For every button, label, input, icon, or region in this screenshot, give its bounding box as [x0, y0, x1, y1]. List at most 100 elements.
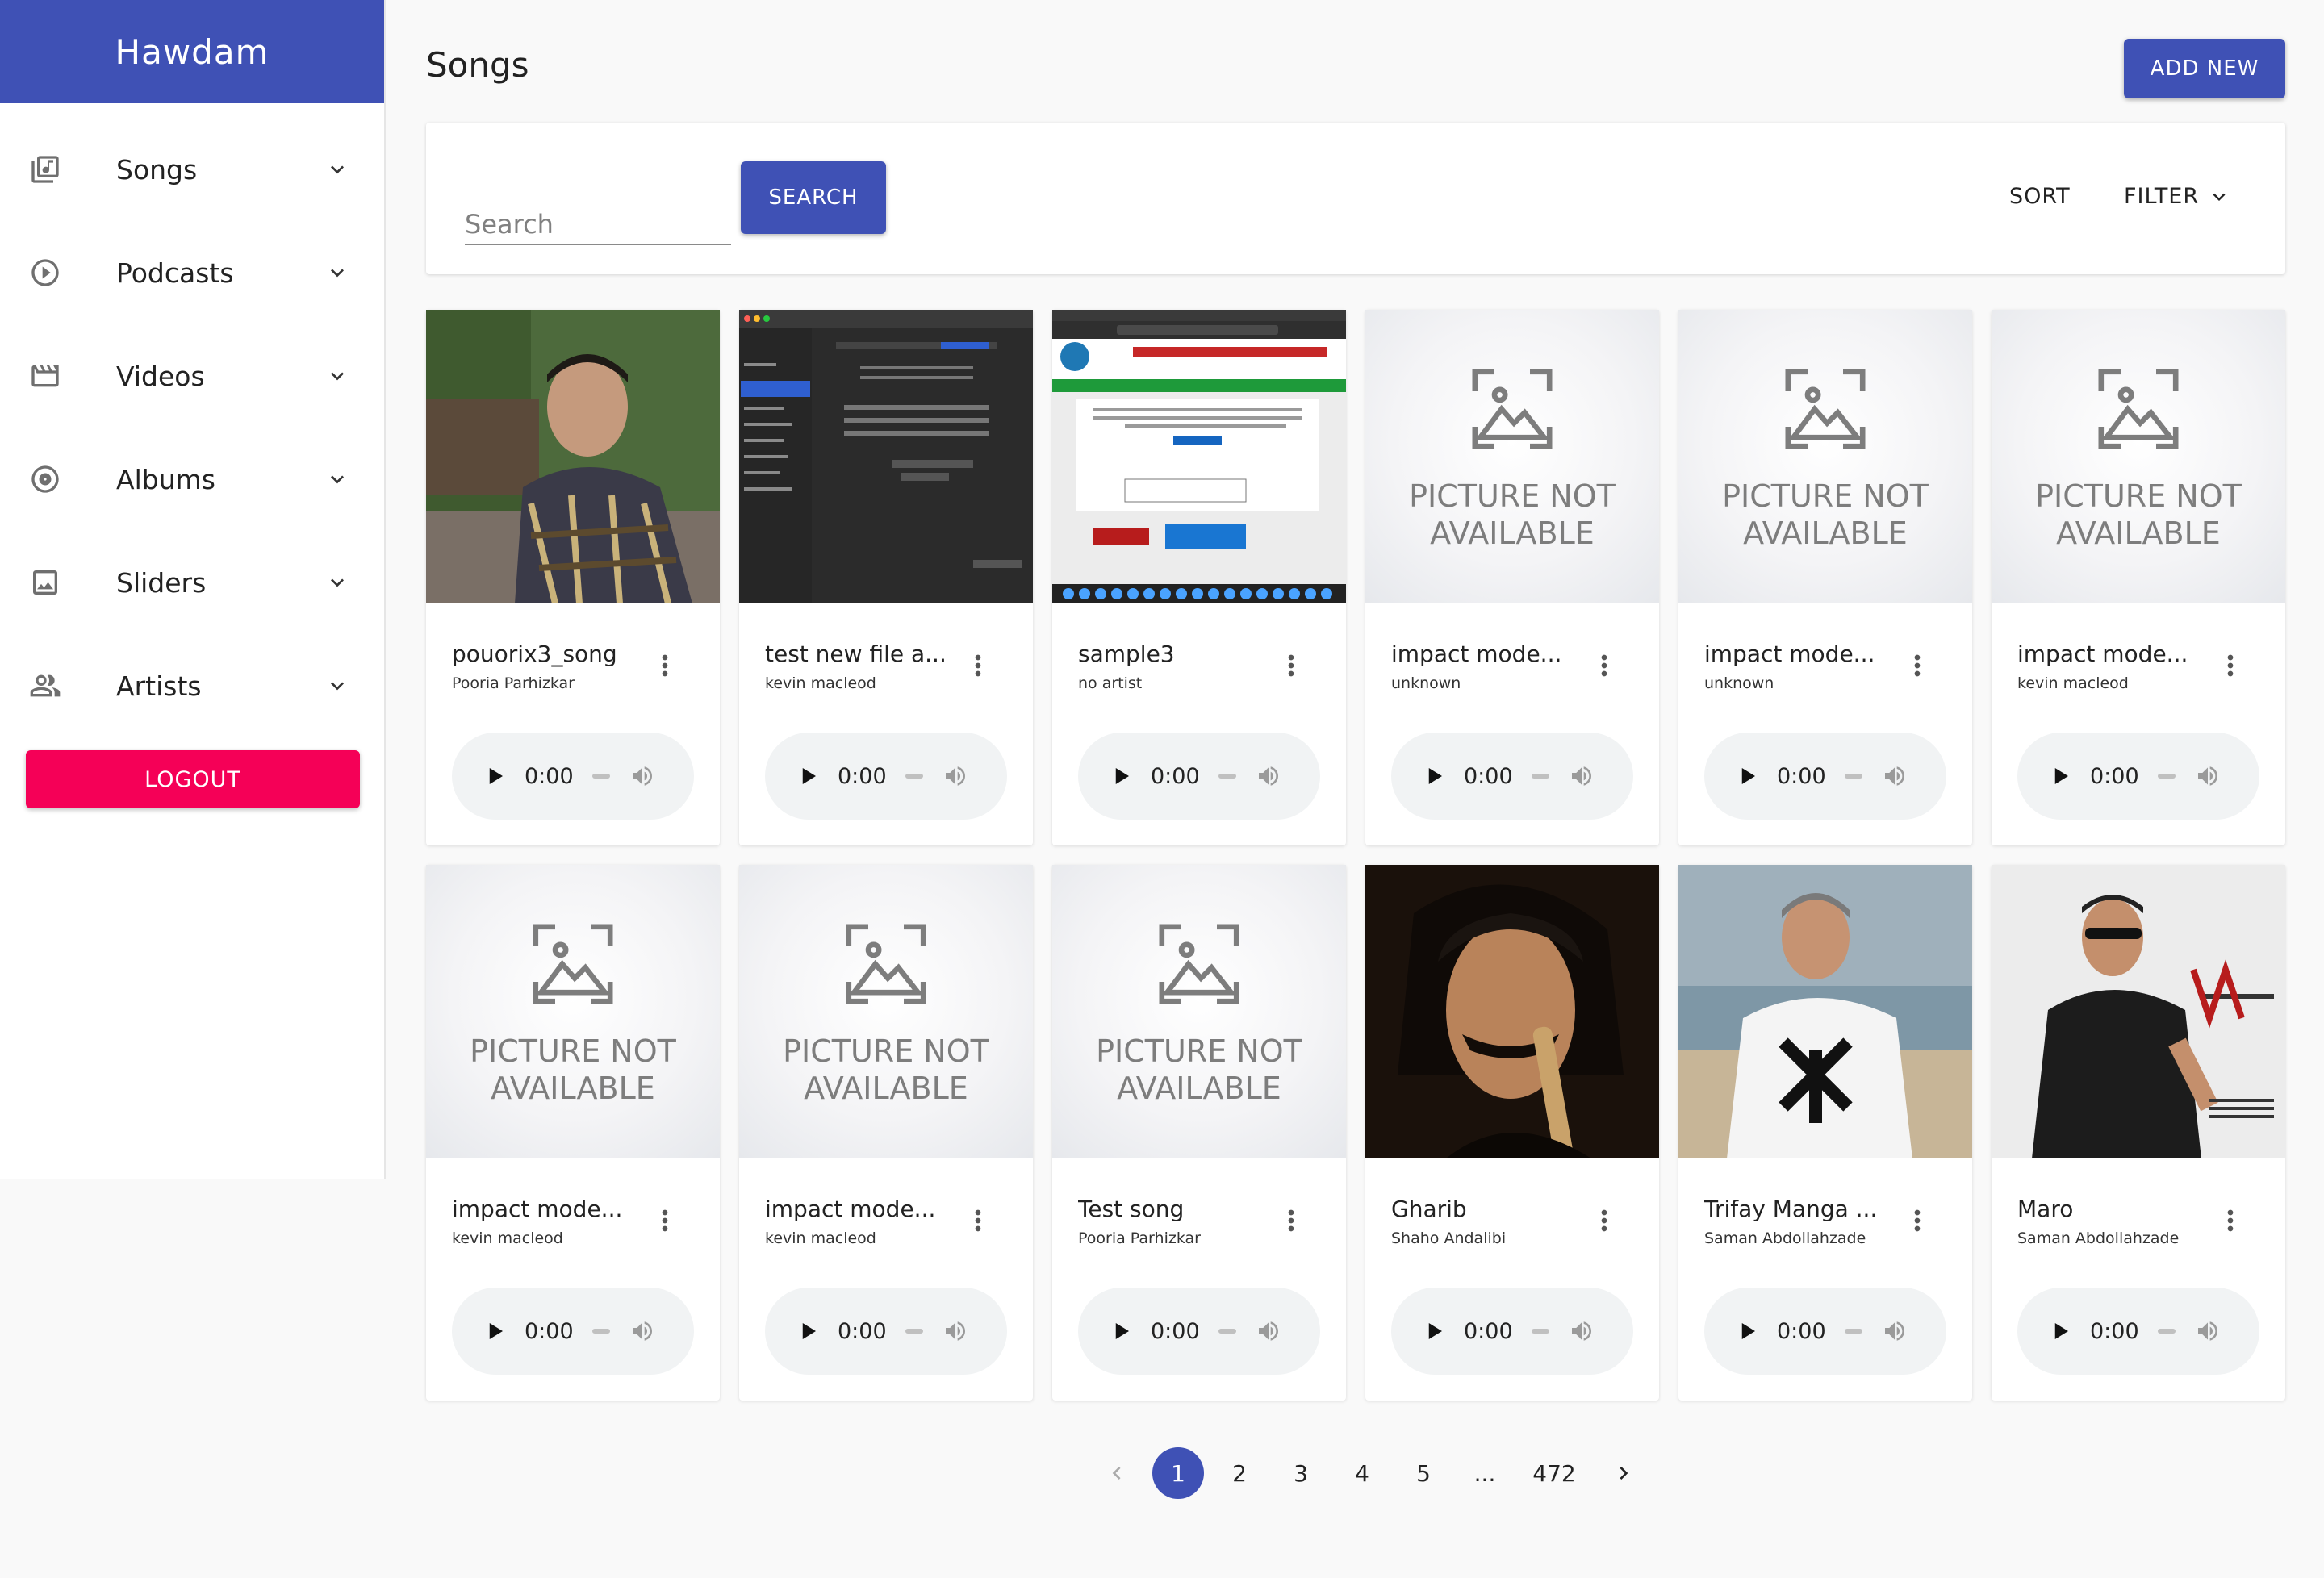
placeholder-line-1: PICTURE NOT	[1096, 1033, 1302, 1069]
page-button-3[interactable]: 3	[1275, 1447, 1327, 1499]
more-vert-icon[interactable]	[2214, 1200, 2247, 1241]
play-icon[interactable]	[1422, 1319, 1446, 1343]
page-button-1[interactable]: 1	[1152, 1447, 1204, 1499]
audio-player: 0:00	[452, 733, 694, 820]
audio-progress-track[interactable]	[1218, 1329, 1236, 1334]
audio-progress-track[interactable]	[1218, 774, 1236, 779]
pagination: 1 2 3 4 5 ... 472	[1091, 1447, 1659, 1499]
song-cover-image[interactable]	[426, 310, 720, 603]
volume-icon[interactable]	[1882, 1318, 1908, 1344]
search-input[interactable]	[465, 189, 731, 244]
add-new-button[interactable]: ADD NEW	[2124, 39, 2285, 98]
search-button[interactable]: SEARCH	[741, 161, 886, 234]
song-card: pouorix3_song Pooria Parhizkar 0:00	[426, 310, 720, 845]
volume-icon[interactable]	[943, 763, 968, 789]
play-icon[interactable]	[2048, 764, 2072, 788]
sidebar-item-label: Albums	[116, 463, 215, 495]
song-card: PICTURE NOT AVAILABLE impact mode... kevi…	[426, 865, 720, 1401]
volume-icon[interactable]	[629, 763, 655, 789]
volume-icon[interactable]	[2195, 763, 2221, 789]
song-artist: kevin macleod	[452, 1229, 563, 1247]
song-cover-placeholder[interactable]: PICTURE NOT AVAILABLE	[1678, 310, 1972, 603]
volume-icon[interactable]	[1256, 1318, 1281, 1344]
audio-progress-track[interactable]	[2158, 1329, 2176, 1334]
audio-player: 0:00	[2017, 733, 2259, 820]
audio-progress-track[interactable]	[905, 1329, 923, 1334]
song-card: PICTURE NOT AVAILABLE impact mode... unkn…	[1365, 310, 1659, 845]
logout-button[interactable]: LOGOUT	[26, 750, 360, 808]
song-cover-image[interactable]	[739, 310, 1033, 603]
song-artist: unknown	[1391, 674, 1461, 692]
song-cover-placeholder[interactable]: PICTURE NOT AVAILABLE	[426, 865, 720, 1158]
play-icon[interactable]	[796, 1319, 820, 1343]
filter-button[interactable]: FILTER	[2124, 184, 2231, 209]
play-icon[interactable]	[1109, 1319, 1133, 1343]
volume-icon[interactable]	[1256, 763, 1281, 789]
more-vert-icon[interactable]	[1275, 1200, 1307, 1241]
play-icon[interactable]	[796, 764, 820, 788]
song-cover-placeholder[interactable]: PICTURE NOT AVAILABLE	[1052, 865, 1346, 1158]
sidebar-item-artists[interactable]: Artists	[0, 634, 384, 737]
page-button-5[interactable]: 5	[1398, 1447, 1449, 1499]
volume-icon[interactable]	[1882, 763, 1908, 789]
page-button-4[interactable]: 4	[1336, 1447, 1388, 1499]
more-vert-icon[interactable]	[1901, 645, 1933, 686]
audio-progress-track[interactable]	[905, 774, 923, 779]
sidebar-item-sliders[interactable]: Sliders	[0, 531, 384, 634]
more-vert-icon[interactable]	[962, 645, 994, 686]
audio-progress-track[interactable]	[2158, 774, 2176, 779]
more-vert-icon[interactable]	[649, 645, 681, 686]
sidebar-item-podcasts[interactable]: Podcasts	[0, 221, 384, 324]
audio-progress-track[interactable]	[1532, 1329, 1549, 1334]
song-title: test new file a...	[765, 641, 947, 667]
more-vert-icon[interactable]	[1588, 645, 1620, 686]
page-button-last[interactable]: 472	[1520, 1447, 1588, 1499]
prev-page-button[interactable]	[1091, 1447, 1143, 1499]
image-icon	[29, 566, 61, 599]
sidebar-item-albums[interactable]: Albums	[0, 428, 384, 531]
audio-progress-track[interactable]	[1845, 1329, 1862, 1334]
chevron-right-icon	[1620, 1467, 1628, 1480]
play-icon[interactable]	[1735, 764, 1759, 788]
more-vert-icon[interactable]	[1901, 1200, 1933, 1241]
song-cover-image[interactable]	[1992, 865, 2285, 1158]
song-artist: kevin macleod	[765, 674, 876, 692]
play-icon[interactable]	[1109, 764, 1133, 788]
song-cover-placeholder[interactable]: PICTURE NOT AVAILABLE	[1992, 310, 2285, 603]
people-icon	[29, 670, 61, 702]
sidebar-item-videos[interactable]: Videos	[0, 324, 384, 428]
more-vert-icon[interactable]	[1275, 645, 1307, 686]
audio-progress-track[interactable]	[592, 1329, 610, 1334]
more-vert-icon[interactable]	[1588, 1200, 1620, 1241]
play-icon[interactable]	[1422, 764, 1446, 788]
play-icon[interactable]	[2048, 1319, 2072, 1343]
more-vert-icon[interactable]	[649, 1200, 681, 1241]
more-vert-icon[interactable]	[962, 1200, 994, 1241]
song-cover-image[interactable]	[1052, 310, 1346, 603]
song-card: Trifay Manga ... Saman Abdollahzade 0:00	[1678, 865, 1972, 1401]
more-vert-icon[interactable]	[2214, 645, 2247, 686]
volume-icon[interactable]	[943, 1318, 968, 1344]
play-icon[interactable]	[483, 764, 507, 788]
volume-icon[interactable]	[1569, 763, 1595, 789]
audio-time: 0:00	[838, 1318, 887, 1344]
volume-icon[interactable]	[629, 1318, 655, 1344]
song-artist: no artist	[1078, 674, 1143, 692]
audio-time: 0:00	[525, 763, 574, 789]
volume-icon[interactable]	[1569, 1318, 1595, 1344]
song-cover-image[interactable]	[1365, 865, 1659, 1158]
song-cover-image[interactable]	[1678, 865, 1972, 1158]
page-button-2[interactable]: 2	[1214, 1447, 1265, 1499]
play-icon[interactable]	[483, 1319, 507, 1343]
audio-progress-track[interactable]	[1845, 774, 1862, 779]
next-page-button[interactable]	[1598, 1447, 1649, 1499]
audio-progress-track[interactable]	[1532, 774, 1549, 779]
song-artist: Pooria Parhizkar	[452, 674, 575, 692]
song-cover-placeholder[interactable]: PICTURE NOT AVAILABLE	[739, 865, 1033, 1158]
play-icon[interactable]	[1735, 1319, 1759, 1343]
audio-progress-track[interactable]	[592, 774, 610, 779]
sidebar-item-songs[interactable]: Songs	[0, 118, 384, 221]
song-cover-placeholder[interactable]: PICTURE NOT AVAILABLE	[1365, 310, 1659, 603]
volume-icon[interactable]	[2195, 1318, 2221, 1344]
sort-button[interactable]: SORT	[2009, 184, 2071, 209]
